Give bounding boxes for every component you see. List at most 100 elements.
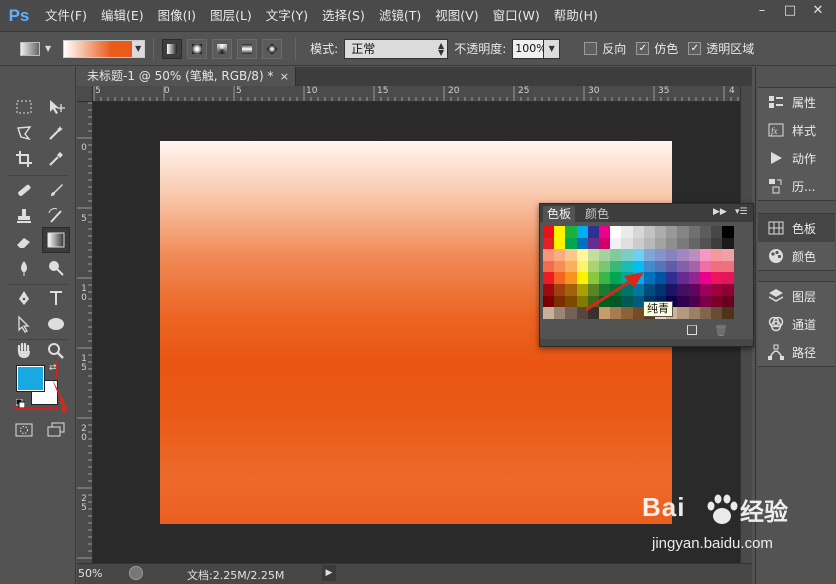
color-swatch[interactable] <box>643 237 656 250</box>
color-swatch[interactable] <box>722 237 735 250</box>
marquee-tool[interactable] <box>10 94 38 120</box>
reverse-checkbox[interactable] <box>584 42 598 55</box>
color-swatch[interactable] <box>554 249 567 262</box>
color-swatch[interactable] <box>565 284 578 296</box>
color-swatch[interactable] <box>599 226 611 238</box>
dock-layers[interactable]: 图层 <box>758 282 835 310</box>
color-swatch[interactable] <box>711 307 723 320</box>
menu-view[interactable]: 视图(V) <box>428 0 485 32</box>
color-swatch[interactable] <box>621 226 634 238</box>
color-swatch[interactable] <box>699 284 712 296</box>
collapse-icon[interactable]: ▶▶ <box>713 207 727 217</box>
color-swatch[interactable] <box>576 237 589 250</box>
brush-tool[interactable] <box>42 177 70 203</box>
color-swatch[interactable] <box>722 307 735 320</box>
linear-gradient-button[interactable] <box>162 38 183 59</box>
zoom-level[interactable]: 50% <box>78 567 102 580</box>
menu-help[interactable]: 帮助(H) <box>547 0 605 32</box>
color-swatch[interactable] <box>554 272 567 285</box>
menu-image[interactable]: 图像(I) <box>151 0 203 32</box>
new-swatch-icon[interactable] <box>687 325 697 335</box>
tool-preset-icon[interactable] <box>20 41 40 56</box>
color-swatch[interactable] <box>565 249 578 262</box>
gradient-preview[interactable]: ▼ <box>63 39 146 58</box>
color-swatch[interactable] <box>711 249 723 262</box>
menu-type[interactable]: 文字(Y) <box>259 0 315 32</box>
color-swatch[interactable] <box>610 237 623 250</box>
transparency-checkbox[interactable]: ✓ <box>688 42 702 55</box>
color-swatch[interactable] <box>666 260 679 273</box>
color-swatch[interactable] <box>565 237 578 250</box>
menu-filter[interactable]: 滤镜(T) <box>372 0 428 32</box>
color-swatch[interactable] <box>688 295 701 308</box>
color-swatch[interactable] <box>711 226 723 238</box>
maximize-button[interactable]: □ <box>776 0 804 20</box>
color-swatch[interactable] <box>677 260 690 273</box>
color-swatch[interactable] <box>543 249 555 262</box>
color-swatch[interactable] <box>655 272 667 285</box>
type-tool[interactable] <box>42 285 70 311</box>
close-icon[interactable]: × <box>280 67 289 86</box>
dock-actions[interactable]: 动作 <box>758 144 835 172</box>
blur-tool[interactable] <box>10 255 38 281</box>
color-swatch[interactable] <box>722 226 735 238</box>
color-swatch[interactable] <box>711 237 723 250</box>
color-swatch[interactable] <box>699 260 712 273</box>
color-swatch[interactable] <box>565 295 578 308</box>
chevron-down-icon[interactable]: ▼ <box>132 40 145 57</box>
chevron-down-icon[interactable]: ▼ <box>45 44 51 53</box>
color-swatch[interactable] <box>688 260 701 273</box>
color-swatch[interactable] <box>543 272 555 285</box>
color-swatch[interactable] <box>711 272 723 285</box>
trash-icon[interactable]: 🗑 <box>714 324 728 337</box>
color-swatch[interactable] <box>722 284 735 296</box>
color-swatch[interactable] <box>543 295 555 308</box>
color-swatch[interactable] <box>722 295 735 308</box>
dither-checkbox[interactable]: ✓ <box>636 42 650 55</box>
color-swatch[interactable] <box>655 260 667 273</box>
color-swatch[interactable] <box>554 307 567 320</box>
dodge-tool[interactable] <box>42 255 70 281</box>
vertical-ruler[interactable]: 0 5 10 15 20 25 <box>77 102 93 563</box>
ruler-origin[interactable] <box>77 86 93 102</box>
crop-tool[interactable] <box>10 146 38 172</box>
color-swatch[interactable] <box>655 249 667 262</box>
color-swatch[interactable] <box>688 226 701 238</box>
radial-gradient-button[interactable] <box>187 38 208 59</box>
menu-file[interactable]: 文件(F) <box>38 0 94 32</box>
magic-wand-tool[interactable] <box>42 120 70 146</box>
panel-resize-grip[interactable] <box>540 339 753 346</box>
menu-select[interactable]: 选择(S) <box>315 0 372 32</box>
color-swatch[interactable] <box>699 295 712 308</box>
color-swatch[interactable] <box>554 237 567 250</box>
color-swatch[interactable] <box>643 226 656 238</box>
color-swatch[interactable] <box>621 249 634 262</box>
color-swatch[interactable] <box>666 272 679 285</box>
color-swatch[interactable] <box>632 237 645 250</box>
dock-color[interactable]: 颜色 <box>758 242 835 270</box>
color-swatch[interactable] <box>722 249 735 262</box>
color-swatch[interactable] <box>677 295 690 308</box>
tab-swatches[interactable]: 色板 <box>543 206 576 222</box>
color-swatch[interactable] <box>688 249 701 262</box>
pen-tool[interactable] <box>10 285 38 311</box>
color-swatch[interactable] <box>610 249 623 262</box>
menu-edit[interactable]: 编辑(E) <box>94 0 151 32</box>
color-swatch[interactable] <box>666 226 679 238</box>
gradient-swatch[interactable] <box>64 40 133 57</box>
mode-select[interactable]: 正常 ▲ ▼ <box>344 38 449 59</box>
color-swatch[interactable] <box>565 226 578 238</box>
dock-styles[interactable]: fx 样式 <box>758 116 835 144</box>
color-swatch[interactable] <box>666 249 679 262</box>
color-swatch[interactable] <box>643 249 656 262</box>
color-swatch[interactable] <box>677 237 690 250</box>
status-info-icon[interactable] <box>129 566 143 580</box>
color-swatch[interactable] <box>621 237 634 250</box>
color-swatch[interactable] <box>677 226 690 238</box>
color-swatch[interactable] <box>666 237 679 250</box>
reflected-gradient-button[interactable] <box>237 38 258 59</box>
path-selection-tool[interactable] <box>10 311 38 337</box>
color-swatch[interactable] <box>711 284 723 296</box>
color-swatch[interactable] <box>688 284 701 296</box>
dock-paths[interactable]: 路径 <box>758 338 835 366</box>
